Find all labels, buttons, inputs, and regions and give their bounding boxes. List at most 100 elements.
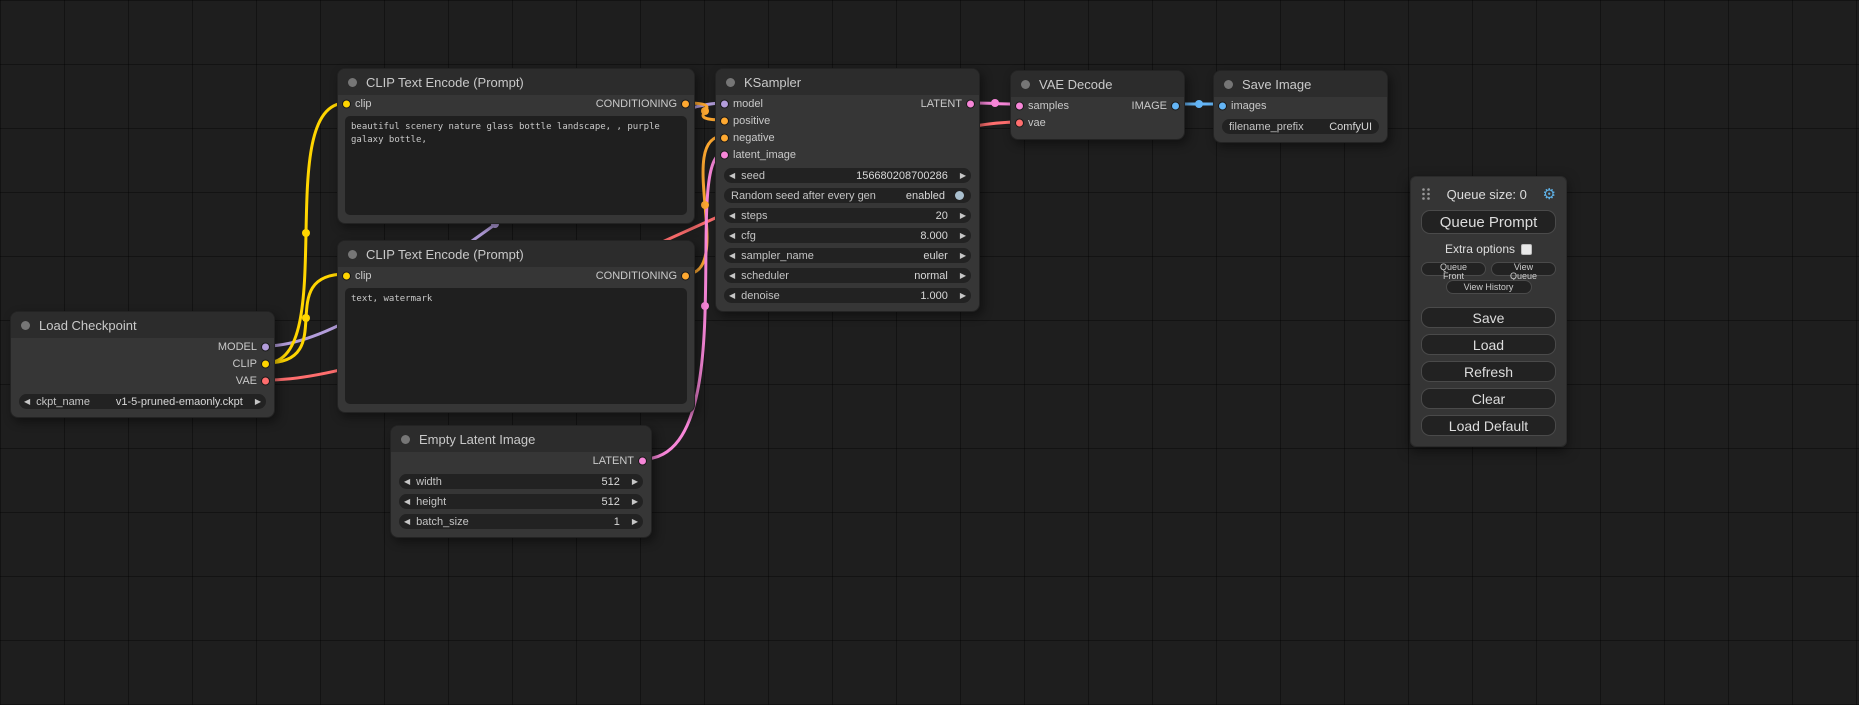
input-label-samples: samples bbox=[1028, 100, 1069, 112]
decrement-icon[interactable]: ◀ bbox=[24, 398, 30, 406]
ckpt-name-combo-widget[interactable]: ◀ ckpt_name v1-5-pruned-emaonly.ckpt ▶ bbox=[19, 394, 266, 409]
collapse-dot-icon[interactable] bbox=[401, 435, 410, 444]
decrement-icon[interactable]: ◀ bbox=[729, 252, 735, 260]
output-slot-latent[interactable] bbox=[966, 99, 975, 108]
decrement-icon[interactable]: ◀ bbox=[729, 172, 735, 180]
node-clip-text-encode-positive[interactable]: CLIP Text Encode (Prompt) clip CONDITION… bbox=[337, 68, 695, 224]
increment-icon[interactable]: ▶ bbox=[255, 398, 261, 406]
increment-icon[interactable]: ▶ bbox=[960, 212, 966, 220]
queue-prompt-button[interactable]: Queue Prompt bbox=[1421, 210, 1556, 234]
view-history-button[interactable]: View History bbox=[1446, 280, 1532, 294]
collapse-dot-icon[interactable] bbox=[348, 78, 357, 87]
width-widget[interactable]: ◀ width 512 ▶ bbox=[399, 474, 643, 489]
node-clip-text-encode-negative[interactable]: CLIP Text Encode (Prompt) clip CONDITION… bbox=[337, 240, 695, 413]
random-seed-toggle-widget[interactable]: Random seed after every gen enabled bbox=[724, 188, 971, 203]
input-slot-clip[interactable] bbox=[342, 271, 351, 280]
widget-value: normal bbox=[914, 270, 948, 282]
input-label-model: model bbox=[733, 98, 763, 110]
slot-row: latent_image bbox=[716, 146, 979, 163]
increment-icon[interactable]: ▶ bbox=[632, 498, 638, 506]
slot-row: MODEL bbox=[11, 338, 274, 355]
decrement-icon[interactable]: ◀ bbox=[729, 212, 735, 220]
node-empty-latent-image[interactable]: Empty Latent Image LATENT ◀ width 512 ▶ … bbox=[390, 425, 652, 538]
output-slot-latent[interactable] bbox=[638, 456, 647, 465]
node-graph-canvas[interactable]: Load Checkpoint MODEL CLIP VAE ◀ ckpt_na… bbox=[0, 0, 1859, 705]
increment-icon[interactable]: ▶ bbox=[960, 172, 966, 180]
increment-icon[interactable]: ▶ bbox=[960, 272, 966, 280]
decrement-icon[interactable]: ◀ bbox=[729, 272, 735, 280]
node-save-image[interactable]: Save Image images filename_prefix ComfyU… bbox=[1213, 70, 1388, 143]
collapse-dot-icon[interactable] bbox=[348, 250, 357, 259]
node-vae-decode[interactable]: VAE Decode samples IMAGE vae bbox=[1010, 70, 1185, 140]
input-slot-images[interactable] bbox=[1218, 101, 1227, 110]
prompt-textarea[interactable]: text, watermark bbox=[345, 288, 687, 404]
output-slot-conditioning[interactable] bbox=[681, 271, 690, 280]
save-button[interactable]: Save bbox=[1421, 307, 1556, 328]
increment-icon[interactable]: ▶ bbox=[960, 292, 966, 300]
node-titlebar[interactable]: KSampler bbox=[716, 69, 979, 95]
node-titlebar[interactable]: Load Checkpoint bbox=[11, 312, 274, 338]
node-titlebar[interactable]: Save Image bbox=[1214, 71, 1387, 97]
input-slot-samples[interactable] bbox=[1015, 101, 1024, 110]
seed-widget[interactable]: ◀ seed 156680208700286 ▶ bbox=[724, 168, 971, 183]
denoise-widget[interactable]: ◀ denoise 1.000 ▶ bbox=[724, 288, 971, 303]
node-titlebar[interactable]: VAE Decode bbox=[1011, 71, 1184, 97]
refresh-button[interactable]: Refresh bbox=[1421, 361, 1556, 382]
node-ksampler[interactable]: KSampler model LATENT positive negative … bbox=[715, 68, 980, 312]
output-slot-clip[interactable] bbox=[261, 359, 270, 368]
input-slot-vae[interactable] bbox=[1015, 118, 1024, 127]
cfg-widget[interactable]: ◀ cfg 8.000 ▶ bbox=[724, 228, 971, 243]
input-slot-clip[interactable] bbox=[342, 99, 351, 108]
collapse-dot-icon[interactable] bbox=[726, 78, 735, 87]
output-slot-conditioning[interactable] bbox=[681, 99, 690, 108]
widget-value: ComfyUI bbox=[1329, 121, 1372, 133]
drag-handle-icon[interactable] bbox=[1421, 187, 1431, 201]
decrement-icon[interactable]: ◀ bbox=[729, 232, 735, 240]
node-titlebar[interactable]: CLIP Text Encode (Prompt) bbox=[338, 69, 694, 95]
sampler-name-widget[interactable]: ◀ sampler_name euler ▶ bbox=[724, 248, 971, 263]
toggle-indicator-icon[interactable] bbox=[955, 191, 964, 200]
collapse-dot-icon[interactable] bbox=[1224, 80, 1233, 89]
decrement-icon[interactable]: ◀ bbox=[404, 478, 410, 486]
clear-button[interactable]: Clear bbox=[1421, 388, 1556, 409]
increment-icon[interactable]: ▶ bbox=[632, 518, 638, 526]
view-queue-button[interactable]: View Queue bbox=[1491, 262, 1556, 276]
steps-widget[interactable]: ◀ steps 20 ▶ bbox=[724, 208, 971, 223]
decrement-icon[interactable]: ◀ bbox=[404, 498, 410, 506]
scheduler-widget[interactable]: ◀ scheduler normal ▶ bbox=[724, 268, 971, 283]
output-slot-model[interactable] bbox=[261, 342, 270, 351]
widget-name-label: width bbox=[416, 476, 442, 488]
node-titlebar[interactable]: Empty Latent Image bbox=[391, 426, 651, 452]
input-slot-positive[interactable] bbox=[720, 116, 729, 125]
slot-row: negative bbox=[716, 129, 979, 146]
output-label-clip: CLIP bbox=[233, 358, 257, 370]
queue-front-button[interactable]: Queue Front bbox=[1421, 262, 1486, 276]
load-default-button[interactable]: Load Default bbox=[1421, 415, 1556, 436]
queue-panel[interactable]: Queue size: 0 ⚙ Queue Prompt Extra optio… bbox=[1410, 176, 1567, 447]
input-slot-model[interactable] bbox=[720, 99, 729, 108]
input-label-vae: vae bbox=[1028, 117, 1046, 129]
height-widget[interactable]: ◀ height 512 ▶ bbox=[399, 494, 643, 509]
collapse-dot-icon[interactable] bbox=[1021, 80, 1030, 89]
node-load-checkpoint[interactable]: Load Checkpoint MODEL CLIP VAE ◀ ckpt_na… bbox=[10, 311, 275, 418]
node-titlebar[interactable]: CLIP Text Encode (Prompt) bbox=[338, 241, 694, 267]
extra-options-row: Extra options bbox=[1421, 242, 1556, 256]
filename-prefix-widget[interactable]: filename_prefix ComfyUI bbox=[1222, 119, 1379, 134]
decrement-icon[interactable]: ◀ bbox=[729, 292, 735, 300]
increment-icon[interactable]: ▶ bbox=[960, 232, 966, 240]
input-slot-latent-image[interactable] bbox=[720, 150, 729, 159]
input-slot-negative[interactable] bbox=[720, 133, 729, 142]
output-slot-vae[interactable] bbox=[261, 376, 270, 385]
settings-gear-icon[interactable]: ⚙ bbox=[1543, 187, 1556, 202]
load-button[interactable]: Load bbox=[1421, 334, 1556, 355]
extra-options-checkbox[interactable] bbox=[1521, 244, 1532, 255]
collapse-dot-icon[interactable] bbox=[21, 321, 30, 330]
increment-icon[interactable]: ▶ bbox=[632, 478, 638, 486]
prompt-textarea[interactable]: beautiful scenery nature glass bottle la… bbox=[345, 116, 687, 215]
output-label-image: IMAGE bbox=[1132, 100, 1167, 112]
batch-size-widget[interactable]: ◀ batch_size 1 ▶ bbox=[399, 514, 643, 529]
decrement-icon[interactable]: ◀ bbox=[404, 518, 410, 526]
node-title: CLIP Text Encode (Prompt) bbox=[366, 247, 524, 262]
increment-icon[interactable]: ▶ bbox=[960, 252, 966, 260]
output-slot-image[interactable] bbox=[1171, 101, 1180, 110]
